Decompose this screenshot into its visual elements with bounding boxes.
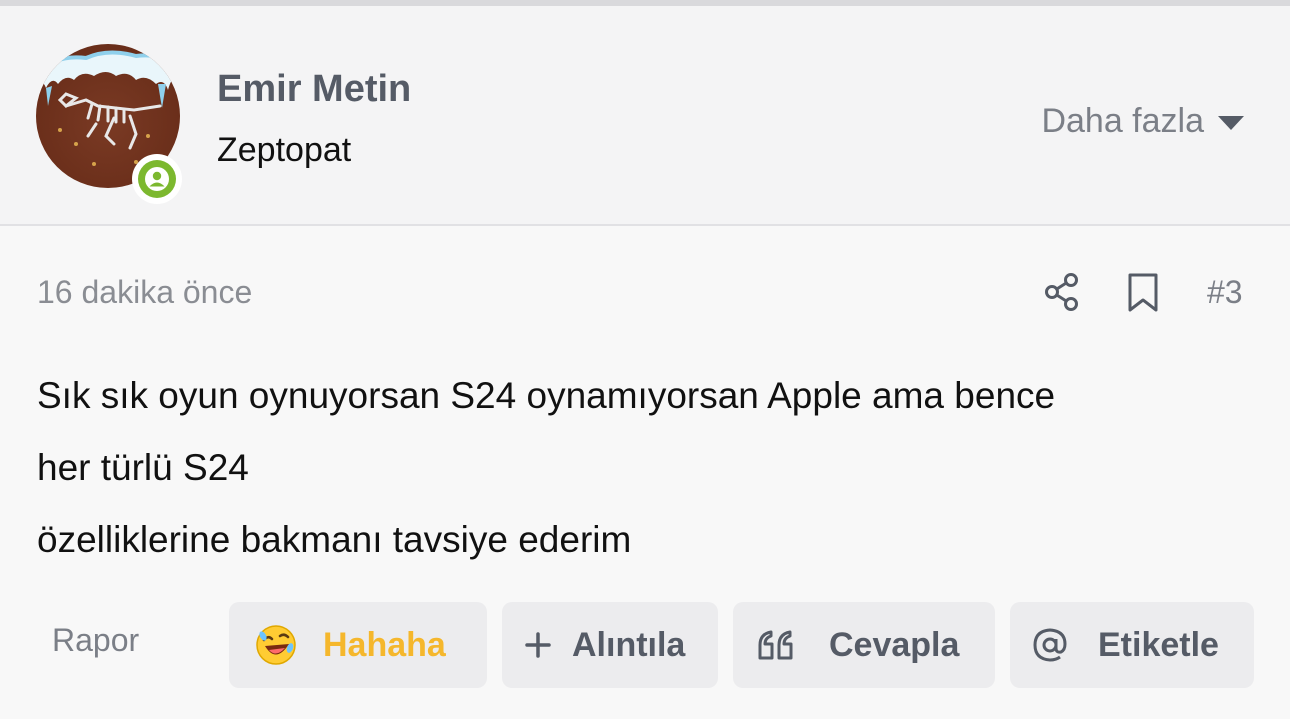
report-link[interactable]: Rapor xyxy=(52,622,139,659)
quote-icon xyxy=(757,629,797,661)
haha-reaction-button[interactable]: Hahaha xyxy=(229,602,487,688)
haha-label: Hahaha xyxy=(323,625,446,664)
bookmark-icon[interactable] xyxy=(1126,272,1160,319)
post-line: Sık sık oyun oynuyorsan S24 oynamıyorsan… xyxy=(37,375,1056,416)
plus-icon xyxy=(524,631,552,659)
laughing-emoji-icon xyxy=(255,624,297,666)
avatar[interactable] xyxy=(36,44,182,204)
post-message: Sık sık oyun oynuyorsan S24 oynamıyorsan… xyxy=(37,360,1257,576)
tag-label: Etiketle xyxy=(1098,625,1219,664)
post-line: her türlü S24 xyxy=(37,447,249,488)
at-icon xyxy=(1032,627,1068,663)
more-menu-button[interactable]: Daha fazla xyxy=(1041,102,1244,141)
chevron-down-icon xyxy=(1218,115,1244,130)
share-icon[interactable] xyxy=(1043,272,1081,317)
post-timestamp[interactable]: 16 dakika önce xyxy=(37,274,252,311)
post-line: özelliklerine bakmanı tavsiye ederim xyxy=(37,519,632,560)
post-number-link[interactable]: #3 xyxy=(1207,274,1243,311)
tag-button[interactable]: Etiketle xyxy=(1010,602,1254,688)
reply-label: Cevapla xyxy=(829,625,960,664)
post-author-header: Emir Metin Zeptopat Daha fazla xyxy=(0,6,1290,226)
author-name[interactable]: Emir Metin xyxy=(217,68,411,111)
online-status-badge xyxy=(132,154,182,204)
reply-button[interactable]: Cevapla xyxy=(733,602,995,688)
user-icon xyxy=(145,167,169,191)
author-title: Zeptopat xyxy=(217,131,352,169)
more-label: Daha fazla xyxy=(1041,102,1204,140)
quote-label: Alıntıla xyxy=(572,625,686,664)
post-body: 16 dakika önce #3 Sık sık oyun oynuyorsa… xyxy=(0,226,1290,719)
quote-button[interactable]: Alıntıla xyxy=(502,602,718,688)
